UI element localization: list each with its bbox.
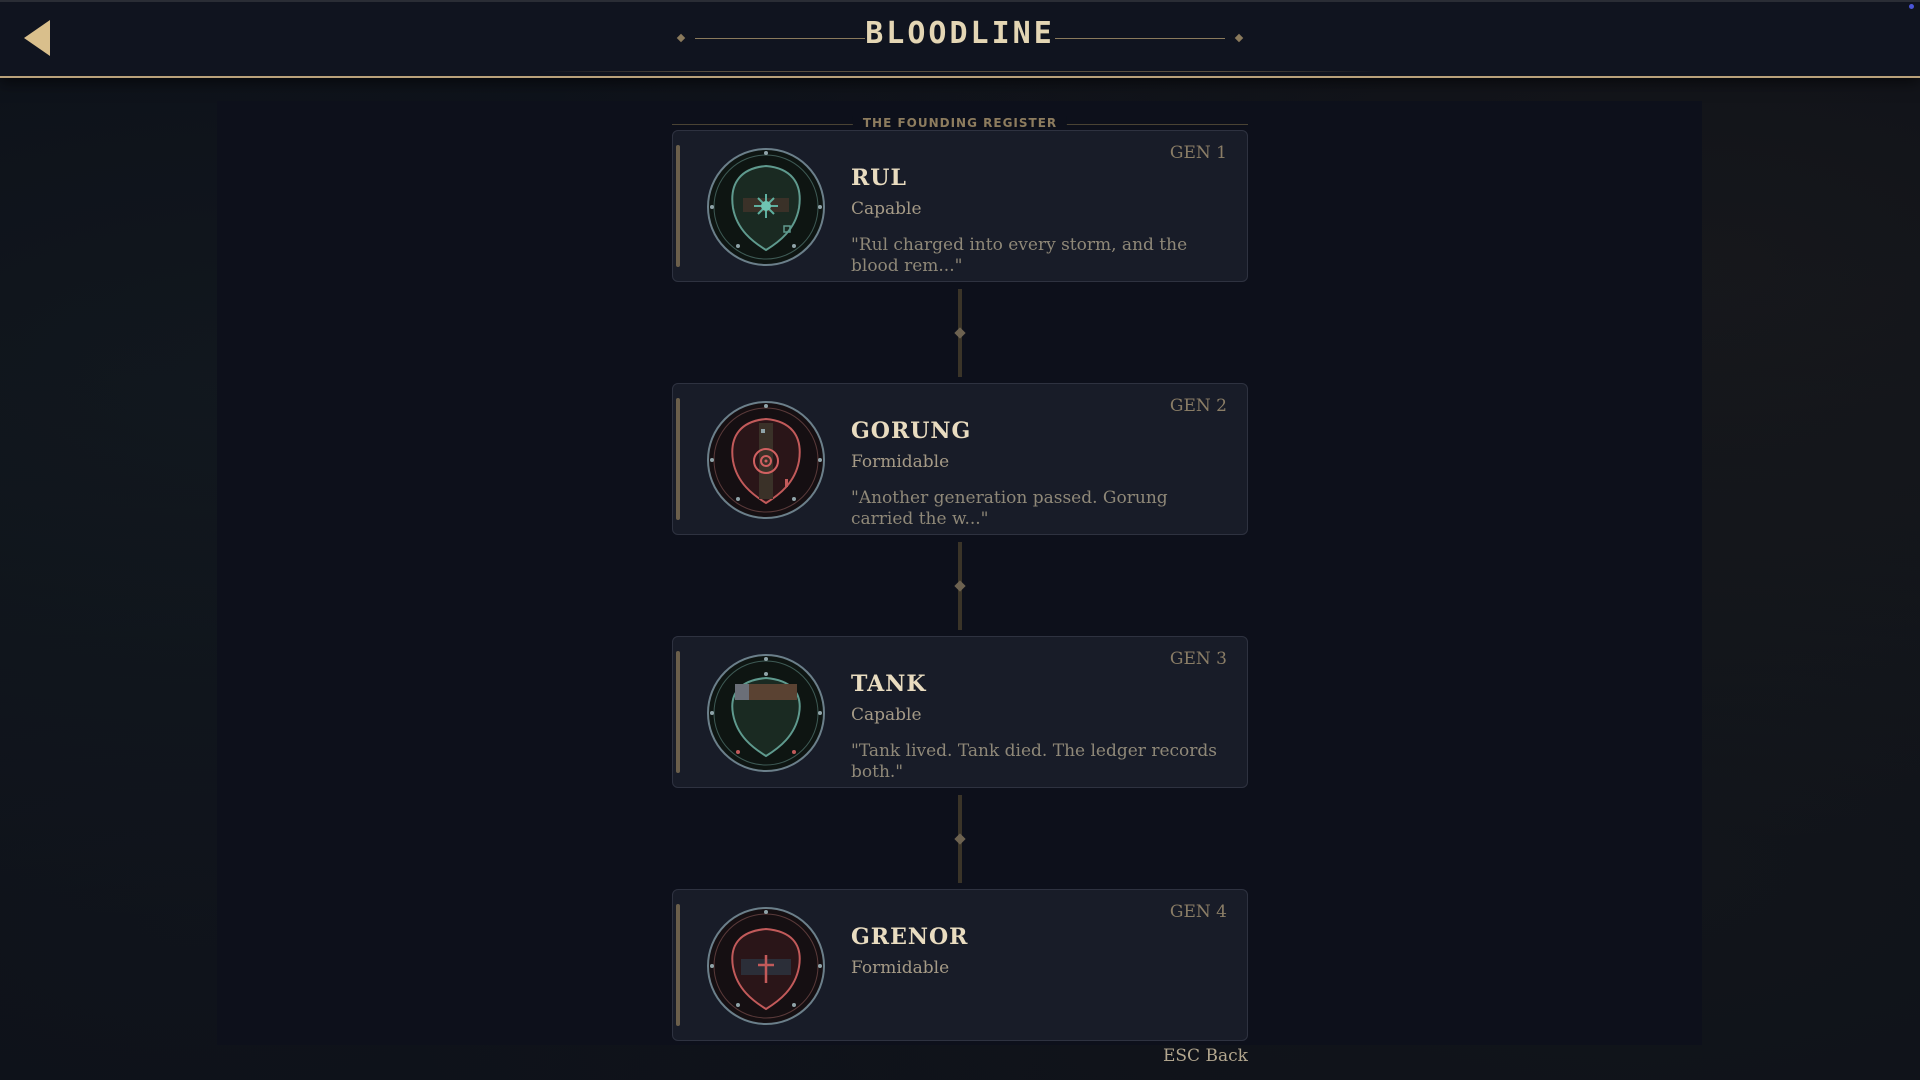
member-card-gen-1[interactable]: GEN 1 RUL Capable "Rul charged into ever… <box>672 130 1248 282</box>
esc-back-hint[interactable]: ESC Back <box>1163 1046 1248 1066</box>
member-name: RUL <box>851 165 907 191</box>
generation-label: GEN 3 <box>1169 649 1227 669</box>
member-quote: "Another generation passed. Gorung carri… <box>851 488 1168 529</box>
member-card-gen-4[interactable]: GEN 4 GRENOR Formidable <box>672 889 1248 1041</box>
title-area: BLOODLINE <box>540 2 1380 74</box>
member-card-gen-3[interactable]: GEN 3 TANK Capable "Tank lived. Tank die… <box>672 636 1248 788</box>
generation-label: GEN 4 <box>1169 902 1227 922</box>
page-title: BLOODLINE <box>865 16 1055 51</box>
back-button[interactable] <box>18 16 58 60</box>
card-accent <box>676 398 680 520</box>
card-accent <box>676 145 680 267</box>
title-rule-right <box>1055 38 1225 39</box>
member-card-gen-2[interactable]: GEN 2 GORUNG Formidable "Another generat… <box>672 383 1248 535</box>
sun-crest-icon <box>707 148 825 266</box>
banner-crest-icon <box>707 654 825 772</box>
member-trait: Formidable <box>851 452 950 472</box>
generation-label: GEN 2 <box>1169 396 1227 416</box>
register-label: THE FOUNDING REGISTER <box>852 116 1068 130</box>
member-name: TANK <box>851 671 927 697</box>
member-name: GRENOR <box>851 924 969 950</box>
member-quote: "Tank lived. Tank died. The ledger recor… <box>851 741 1218 782</box>
status-indicator <box>1909 4 1914 9</box>
member-trait: Formidable <box>851 958 950 978</box>
cross-crest-icon <box>707 907 825 1025</box>
member-trait: Capable <box>851 705 922 725</box>
title-underline <box>540 71 1380 72</box>
member-trait: Capable <box>851 199 922 219</box>
lineage-connector <box>954 795 966 883</box>
member-quote: "Rul charged into every storm, and the b… <box>851 235 1188 276</box>
card-accent <box>676 904 680 1026</box>
target-crest-icon <box>707 401 825 519</box>
top-bar: BLOODLINE <box>0 0 1920 78</box>
generation-label: GEN 1 <box>1169 143 1227 163</box>
member-name: GORUNG <box>851 418 972 444</box>
card-accent <box>676 651 680 773</box>
back-arrow-icon <box>24 20 50 56</box>
lineage-connector <box>954 542 966 630</box>
lineage-connector <box>954 289 966 377</box>
